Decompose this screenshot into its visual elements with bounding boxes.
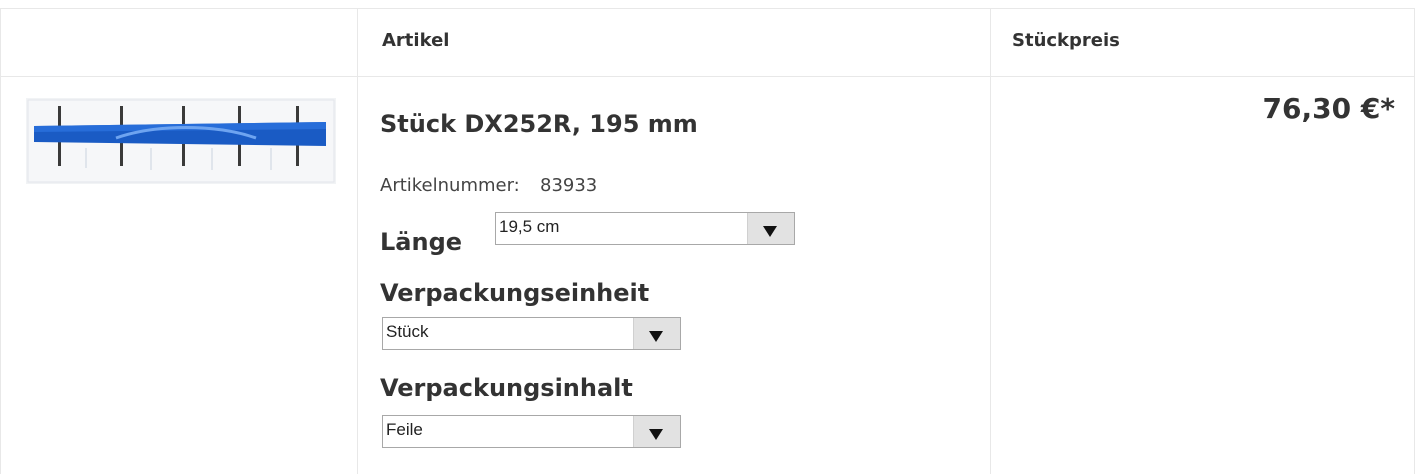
- header-article: Artikel: [382, 30, 450, 51]
- packaging-content-select-value: Feile: [386, 420, 423, 439]
- packaging-unit-select-value: Stück: [386, 322, 429, 341]
- unit-price: 76,30 €*: [1262, 92, 1395, 125]
- option-label-length: Länge: [380, 228, 463, 256]
- article-number-value: 83933: [540, 175, 598, 196]
- chevron-down-icon[interactable]: [747, 213, 794, 244]
- article-number-label: Artikelnummer:: [380, 175, 520, 196]
- product-image[interactable]: [26, 98, 336, 184]
- column-divider: [357, 8, 358, 474]
- chevron-down-icon[interactable]: [633, 416, 680, 447]
- table-header: [0, 8, 1415, 77]
- option-label-packaging-content: Verpackungsinhalt: [380, 374, 633, 402]
- column-divider: [990, 8, 991, 474]
- column-divider: [0, 8, 1, 474]
- packaging-content-select[interactable]: Feile: [382, 415, 681, 448]
- length-select-value: 19,5 cm: [499, 217, 560, 236]
- chevron-down-icon[interactable]: [633, 318, 680, 349]
- length-select[interactable]: 19,5 cm: [495, 212, 795, 245]
- product-table: Artikel Stückpreis Stück DX252R, 195 mm …: [0, 0, 1415, 474]
- option-label-packaging-unit: Verpackungseinheit: [380, 279, 650, 307]
- product-title[interactable]: Stück DX252R, 195 mm: [380, 110, 698, 138]
- packaging-unit-select[interactable]: Stück: [382, 317, 681, 350]
- header-unit-price: Stückpreis: [1012, 30, 1120, 51]
